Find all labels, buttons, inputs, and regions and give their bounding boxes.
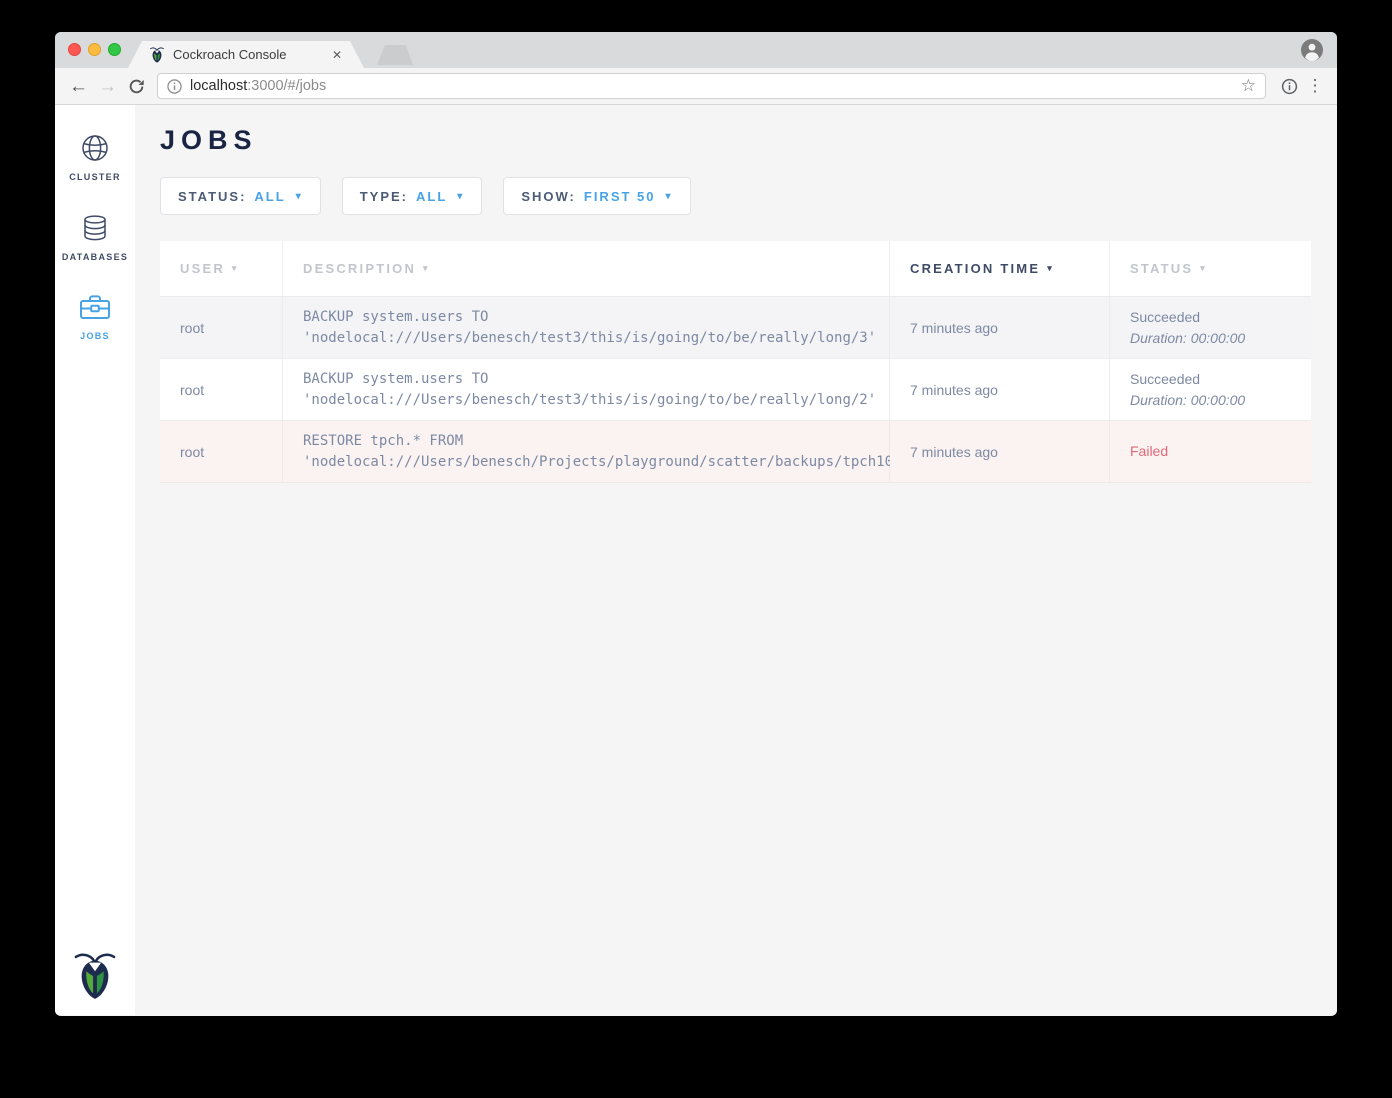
bookmark-star-icon[interactable]: ☆ <box>1241 76 1256 96</box>
new-tab-button[interactable] <box>377 45 413 65</box>
column-label: USER <box>180 261 225 276</box>
column-label: DESCRIPTION <box>303 261 416 276</box>
show-filter-dropdown[interactable]: SHOW: FIRST 50 ▾ <box>503 177 690 215</box>
filter-value: ALL <box>416 189 447 204</box>
sort-caret-icon: ▾ <box>1047 263 1054 274</box>
sidebar-item-label: JOBS <box>80 331 110 341</box>
chevron-down-icon: ▾ <box>457 191 464 202</box>
creation-time-cell: 7 minutes ago <box>890 297 1110 359</box>
reload-icon[interactable] <box>123 78 150 95</box>
status-filter-dropdown[interactable]: STATUS: ALL ▾ <box>160 177 321 215</box>
status-duration: Duration: 00:00:00 <box>1130 390 1311 411</box>
forward-icon[interactable]: → <box>94 77 121 96</box>
tab-close-icon[interactable]: ✕ <box>332 48 342 62</box>
status-cell: Succeeded Duration: 00:00:00 <box>1110 359 1311 421</box>
back-icon[interactable]: ← <box>65 77 92 96</box>
page-title: JOBS <box>160 125 1337 155</box>
browser-toolbar: ← → localhost:3000/#/jobs ☆ <box>55 68 1337 105</box>
description-line: 'nodelocal:///Users/benesch/test3/this/i… <box>303 328 889 349</box>
filter-label: TYPE: <box>360 189 408 204</box>
status-label: Succeeded <box>1130 369 1311 390</box>
sidebar-item-label: DATABASES <box>62 252 128 262</box>
filter-bar: STATUS: ALL ▾ TYPE: ALL ▾ SHOW: FIRST 50… <box>160 177 1337 215</box>
sort-caret-icon: ▾ <box>232 263 239 274</box>
jobs-table: USER ▾ DESCRIPTION ▾ CREATION TIME ▾ STA… <box>160 241 1311 483</box>
sidebar-item-databases[interactable]: DATABASES <box>55 197 135 277</box>
url-path: :3000/#/jobs <box>247 78 326 94</box>
description-line: 'nodelocal:///Users/benesch/Projects/pla… <box>303 452 889 473</box>
browser-tab[interactable]: Cockroach Console ✕ <box>142 41 350 68</box>
filter-label: STATUS: <box>178 189 246 204</box>
close-window-button[interactable] <box>68 43 81 56</box>
description-cell: BACKUP system.users TO 'nodelocal:///Use… <box>283 359 890 421</box>
browser-window: Cockroach Console ✕ ← → <box>55 32 1337 1016</box>
app-content: CLUSTER DATABASES <box>55 105 1337 1015</box>
user-cell: root <box>160 297 283 359</box>
user-cell: root <box>160 359 283 421</box>
column-header-description[interactable]: DESCRIPTION ▾ <box>283 241 890 297</box>
filter-label: SHOW: <box>521 189 576 204</box>
description-line: BACKUP system.users TO <box>303 369 889 390</box>
window-controls <box>68 43 121 56</box>
column-header-creation-time[interactable]: CREATION TIME ▾ <box>890 241 1110 297</box>
sidebar-item-label: CLUSTER <box>69 172 121 182</box>
status-label: Failed <box>1130 441 1311 462</box>
column-header-user[interactable]: USER ▾ <box>160 241 283 297</box>
cockroach-logo <box>74 950 116 1002</box>
globe-icon <box>80 133 110 163</box>
minimize-window-button[interactable] <box>88 43 101 56</box>
menu-dots-icon[interactable]: ⋮ <box>1305 76 1325 96</box>
info-icon[interactable] <box>167 79 182 94</box>
status-duration: Duration: 00:00:00 <box>1130 328 1311 349</box>
tab-title: Cockroach Console <box>173 47 324 62</box>
extension-icon[interactable] <box>1275 78 1303 95</box>
url-host: localhost <box>190 78 247 94</box>
description-line: BACKUP system.users TO <box>303 307 889 328</box>
description-line: 'nodelocal:///Users/benesch/test3/this/i… <box>303 390 889 411</box>
chevron-down-icon: ▾ <box>666 191 673 202</box>
table-row: root RESTORE tpch.* FROM 'nodelocal:///U… <box>160 421 1311 483</box>
creation-time-cell: 7 minutes ago <box>890 359 1110 421</box>
type-filter-dropdown[interactable]: TYPE: ALL ▾ <box>342 177 483 215</box>
description-cell: BACKUP system.users TO 'nodelocal:///Use… <box>283 297 890 359</box>
filter-value: FIRST 50 <box>584 189 656 204</box>
database-icon <box>80 213 110 243</box>
description-cell: RESTORE tpch.* FROM 'nodelocal:///Users/… <box>283 421 890 483</box>
column-label: STATUS <box>1130 261 1193 276</box>
status-cell: Failed <box>1110 421 1311 483</box>
jobs-page: JOBS STATUS: ALL ▾ TYPE: ALL ▾ SHOW: FIR… <box>135 105 1337 1015</box>
zoom-window-button[interactable] <box>108 43 121 56</box>
briefcase-icon <box>79 293 111 322</box>
address-bar[interactable]: localhost:3000/#/jobs ☆ <box>157 73 1266 99</box>
url-text[interactable]: localhost:3000/#/jobs <box>190 78 1241 94</box>
sidebar-item-jobs[interactable]: JOBS <box>55 277 135 357</box>
description-line: RESTORE tpch.* FROM <box>303 431 889 452</box>
table-header-row: USER ▾ DESCRIPTION ▾ CREATION TIME ▾ STA… <box>160 241 1311 297</box>
chevron-down-icon: ▾ <box>296 191 303 202</box>
status-label: Succeeded <box>1130 307 1311 328</box>
sidebar-item-cluster[interactable]: CLUSTER <box>55 117 135 197</box>
cockroach-favicon <box>150 46 164 64</box>
profile-icon[interactable] <box>1301 39 1323 61</box>
sort-caret-icon: ▾ <box>1200 263 1207 274</box>
sidebar: CLUSTER DATABASES <box>55 105 135 1015</box>
creation-time-cell: 7 minutes ago <box>890 421 1110 483</box>
column-header-status[interactable]: STATUS ▾ <box>1110 241 1311 297</box>
tab-strip: Cockroach Console ✕ <box>55 32 1337 68</box>
sort-caret-icon: ▾ <box>423 263 430 274</box>
status-cell: Succeeded Duration: 00:00:00 <box>1110 297 1311 359</box>
user-cell: root <box>160 421 283 483</box>
column-label: CREATION TIME <box>910 261 1040 276</box>
table-row: root BACKUP system.users TO 'nodelocal:/… <box>160 359 1311 421</box>
filter-value: ALL <box>254 189 285 204</box>
table-row: root BACKUP system.users TO 'nodelocal:/… <box>160 297 1311 359</box>
